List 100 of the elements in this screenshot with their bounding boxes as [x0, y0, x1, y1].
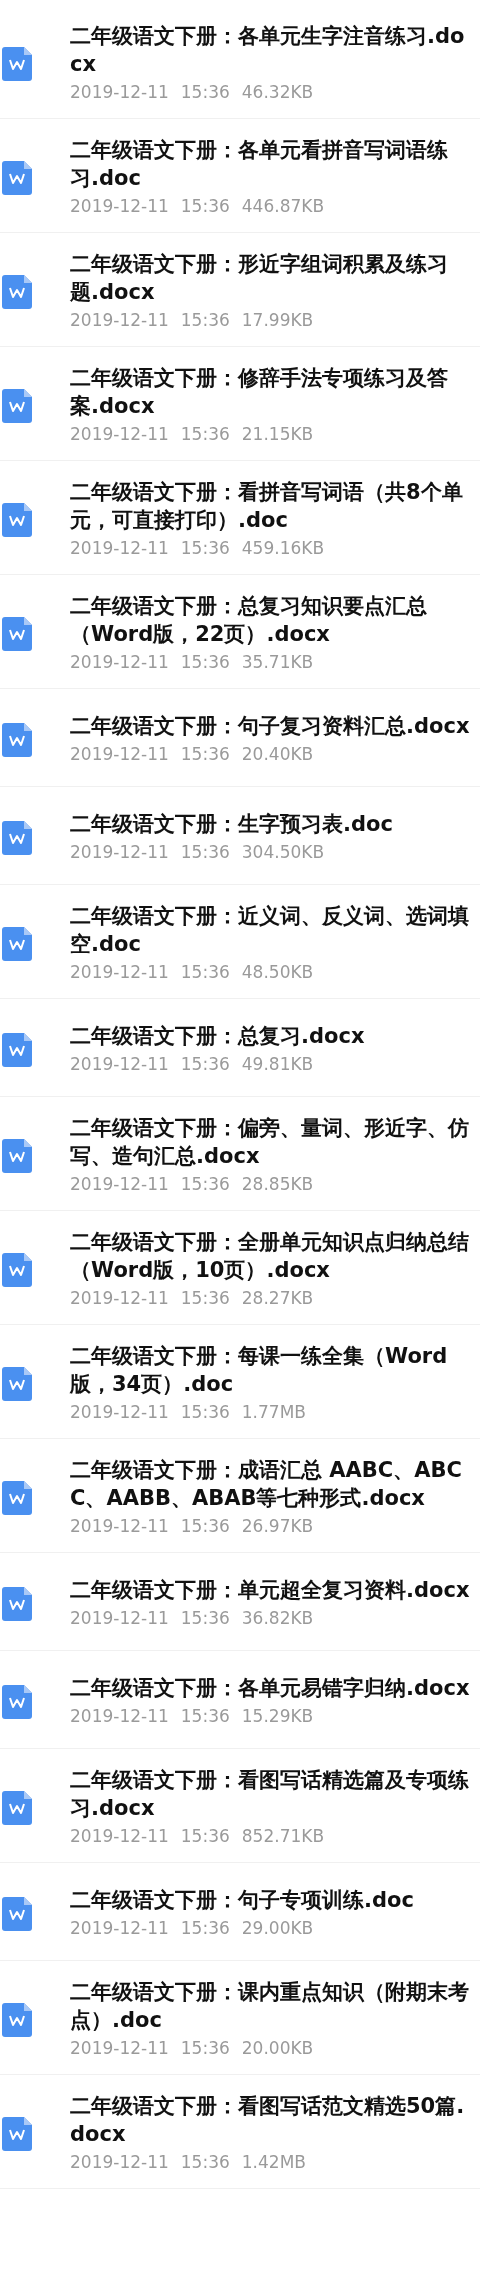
document-icon — [2, 1684, 32, 1719]
document-icon — [2, 502, 32, 537]
file-size: 446.87KB — [241, 196, 325, 216]
file-date: 2019-12-11 — [70, 842, 169, 862]
file-size: 28.85KB — [241, 1174, 314, 1194]
file-date: 2019-12-11 — [70, 2038, 169, 2058]
document-icon — [2, 616, 32, 651]
file-name[interactable]: 二年级语文下册：课内重点知识（附期末考点）.doc — [70, 1978, 470, 2034]
file-time: 15:36 — [180, 1402, 230, 1422]
file-size: 20.40KB — [241, 744, 314, 764]
file-name[interactable]: 二年级语文下册：偏旁、量词、形近字、仿写、造句汇总.docx — [70, 1114, 470, 1170]
document-icon — [2, 820, 32, 855]
document-icon — [2, 926, 32, 961]
file-date: 2019-12-11 — [70, 424, 169, 444]
document-icon — [2, 1032, 32, 1067]
file-name[interactable]: 二年级语文下册：各单元看拼音写词语练习.doc — [70, 136, 470, 192]
file-time: 15:36 — [180, 538, 230, 558]
file-time: 15:36 — [180, 2152, 230, 2172]
file-date: 2019-12-11 — [70, 652, 169, 672]
file-date: 2019-12-11 — [70, 744, 169, 764]
file-date: 2019-12-11 — [70, 82, 169, 102]
document-icon — [2, 722, 32, 757]
file-size: 15.29KB — [241, 1706, 314, 1726]
file-time: 15:36 — [180, 1174, 230, 1194]
document-icon — [2, 388, 32, 423]
file-date: 2019-12-11 — [70, 1918, 169, 1938]
file-size: 17.99KB — [241, 310, 314, 330]
file-time: 15:36 — [180, 1054, 230, 1074]
file-time: 15:36 — [180, 1288, 230, 1308]
document-icon — [2, 46, 32, 81]
file-date: 2019-12-11 — [70, 1054, 169, 1074]
file-name[interactable]: 二年级语文下册：总复习.docx — [70, 1022, 365, 1050]
file-name[interactable]: 二年级语文下册：生字预习表.doc — [70, 810, 393, 838]
file-size: 21.15KB — [241, 424, 314, 444]
file-date: 2019-12-11 — [70, 962, 169, 982]
file-size: 35.71KB — [241, 652, 314, 672]
file-date: 2019-12-11 — [70, 2152, 169, 2172]
file-size: 29.00KB — [241, 1918, 314, 1938]
file-time: 15:36 — [180, 1918, 230, 1938]
file-name[interactable]: 二年级语文下册：看图写话精选篇及专项练习.docx — [70, 1766, 470, 1822]
file-time: 15:36 — [180, 744, 230, 764]
file-size: 1.42MB — [241, 2152, 306, 2172]
document-icon — [2, 1896, 32, 1931]
file-size: 49.81KB — [241, 1054, 314, 1074]
file-size: 1.77MB — [241, 1402, 306, 1422]
file-time: 15:36 — [180, 1706, 230, 1726]
file-name[interactable]: 二年级语文下册：看拼音写词语（共8个单元，可直接打印）.doc — [70, 478, 470, 534]
file-date: 2019-12-11 — [70, 1706, 169, 1726]
file-name[interactable]: 二年级语文下册：修辞手法专项练习及答案.docx — [70, 364, 470, 420]
file-date: 2019-12-11 — [70, 1608, 169, 1628]
file-size: 26.97KB — [241, 1516, 314, 1536]
file-name[interactable]: 二年级语文下册：总复习知识要点汇总（Word版，22页）.docx — [70, 592, 470, 648]
file-name[interactable]: 二年级语文下册：近义词、反义词、选词填空.doc — [70, 902, 470, 958]
document-icon — [2, 1586, 32, 1621]
file-time: 15:36 — [180, 2038, 230, 2058]
file-time: 15:36 — [180, 1516, 230, 1536]
file-name[interactable]: 二年级语文下册：句子专项训练.doc — [70, 1886, 414, 1914]
document-icon — [2, 2002, 32, 2037]
file-date: 2019-12-11 — [70, 538, 169, 558]
file-name[interactable]: 二年级语文下册：全册单元知识点归纳总结（Word版，10页）.docx — [70, 1228, 470, 1284]
file-name[interactable]: 二年级语文下册：各单元易错字归纳.docx — [70, 1674, 470, 1702]
file-size: 459.16KB — [241, 538, 325, 558]
file-time: 15:36 — [180, 310, 230, 330]
file-name[interactable]: 二年级语文下册：各单元生字注音练习.docx — [70, 22, 470, 78]
file-time: 15:36 — [180, 962, 230, 982]
file-size: 20.00KB — [241, 2038, 314, 2058]
document-icon — [2, 1138, 32, 1173]
file-time: 15:36 — [180, 842, 230, 862]
file-date: 2019-12-11 — [70, 1288, 169, 1308]
file-date: 2019-12-11 — [70, 196, 169, 216]
document-icon — [2, 274, 32, 309]
file-size: 304.50KB — [241, 842, 325, 862]
file-name[interactable]: 二年级语文下册：成语汇总 AABC、ABCC、AABB、ABAB等七种形式.docx — [70, 1456, 470, 1512]
file-date: 2019-12-11 — [70, 1402, 169, 1422]
file-name[interactable]: 二年级语文下册：每课一练全集（Word版，34页）.doc — [70, 1342, 470, 1398]
document-icon — [2, 1480, 32, 1515]
file-size: 46.32KB — [241, 82, 314, 102]
file-name[interactable]: 二年级语文下册：形近字组词积累及练习题.docx — [70, 250, 470, 306]
file-size: 36.82KB — [241, 1608, 314, 1628]
document-icon — [2, 1366, 32, 1401]
file-size: 48.50KB — [241, 962, 314, 982]
document-icon — [2, 2116, 32, 2151]
file-time: 15:36 — [180, 1826, 230, 1846]
file-time: 15:36 — [180, 1608, 230, 1628]
document-icon — [2, 1790, 32, 1825]
file-time: 15:36 — [180, 82, 230, 102]
file-name[interactable]: 二年级语文下册：看图写话范文精选50篇.docx — [70, 2092, 470, 2148]
document-icon — [2, 1252, 32, 1287]
document-icon — [2, 160, 32, 195]
file-date: 2019-12-11 — [70, 1826, 169, 1846]
file-time: 15:36 — [180, 196, 230, 216]
file-time: 15:36 — [180, 652, 230, 672]
file-name[interactable]: 二年级语文下册：句子复习资料汇总.docx — [70, 712, 470, 740]
file-date: 2019-12-11 — [70, 1516, 169, 1536]
file-date: 2019-12-11 — [70, 310, 169, 330]
file-name[interactable]: 二年级语文下册：单元超全复习资料.docx — [70, 1576, 470, 1604]
file-date: 2019-12-11 — [70, 1174, 169, 1194]
file-time: 15:36 — [180, 424, 230, 444]
file-size: 852.71KB — [241, 1826, 325, 1846]
file-size: 28.27KB — [241, 1288, 314, 1308]
